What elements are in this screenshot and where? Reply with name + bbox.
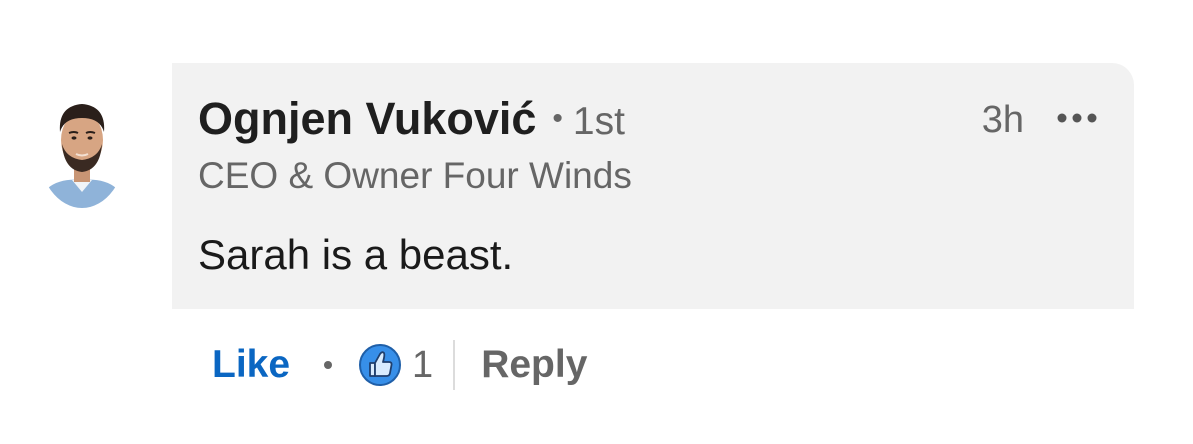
comment-text: Sarah is a beast. <box>198 231 514 278</box>
comment-timestamp: 3h <box>981 99 1024 141</box>
reaction-count[interactable]: 1 <box>412 344 433 387</box>
like-reaction-icon[interactable] <box>358 343 402 387</box>
avatar[interactable] <box>38 88 126 208</box>
like-button[interactable]: Like <box>212 343 290 387</box>
action-separator <box>324 361 333 369</box>
author-headline: CEO & Owner Four Winds <box>198 155 632 196</box>
comment-actions: Like 1 Reply <box>212 340 587 390</box>
connection-degree: 1st <box>572 100 625 143</box>
degree-separator: • <box>552 102 563 135</box>
author-row: Ognjen Vuković • 1st <box>198 93 625 145</box>
avatar-photo <box>38 88 126 208</box>
author-name[interactable]: Ognjen Vuković <box>198 93 536 145</box>
comment-bubble: Ognjen Vuković • 1st CEO & Owner Four Wi… <box>172 63 1134 309</box>
action-divider <box>453 340 456 390</box>
reply-button[interactable]: Reply <box>481 343 587 387</box>
more-horizontal-icon[interactable] <box>1056 111 1098 125</box>
